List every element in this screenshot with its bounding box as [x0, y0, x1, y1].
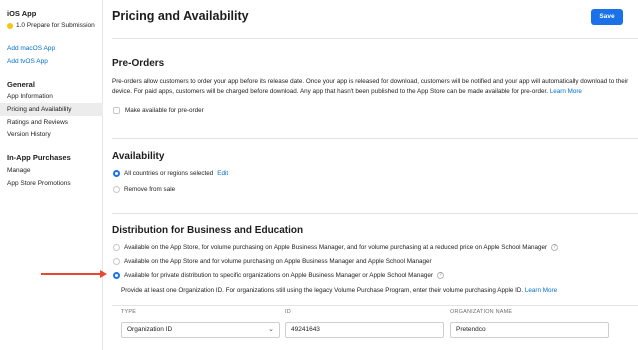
preorders-description: Pre-orders allow customers to order your…: [112, 77, 632, 97]
availability-heading: Availability: [112, 151, 165, 162]
divider: [112, 38, 638, 39]
distribution-option-3-label: Available for private distribution to sp…: [124, 272, 433, 279]
sidebar-item-version-history[interactable]: Version History: [0, 128, 103, 141]
organization-name-input[interactable]: Pretendco: [450, 322, 609, 338]
col-name-header: ORGANIZATION NAME: [450, 309, 513, 315]
sidebar-item-pricing[interactable]: Pricing and Availability: [0, 103, 103, 116]
divider: [112, 138, 638, 139]
availability-all-label: All countries or regions selected: [124, 170, 214, 177]
distribution-heading: Distribution for Business and Education: [112, 225, 304, 236]
distribution-option-2[interactable]: Available on the App Store and for volum…: [113, 258, 432, 265]
remove-from-sale-option[interactable]: Remove from sale: [113, 186, 175, 193]
type-select[interactable]: Organization ID ⌄: [121, 322, 280, 338]
col-id-header: ID: [285, 309, 291, 315]
add-tvos-link[interactable]: Add tvOS App: [7, 58, 48, 65]
app-title: iOS App: [7, 9, 37, 18]
preorders-learn-more-link[interactable]: Learn More: [550, 88, 582, 95]
status-dot-icon: [7, 22, 13, 29]
red-arrow-head: [100, 270, 107, 278]
preorder-checkbox[interactable]: [113, 107, 120, 114]
distribution-option-1[interactable]: Available on the App Store, for volume p…: [113, 244, 559, 251]
divider: [112, 213, 638, 214]
distribution-option-2-label: Available on the App Store and for volum…: [124, 258, 432, 265]
radio-unselected[interactable]: [113, 258, 120, 265]
help-icon[interactable]: ?: [551, 244, 559, 251]
page-title: Pricing and Availability: [112, 9, 249, 23]
version-item[interactable]: 1.0 Prepare for Submission: [7, 22, 95, 29]
remove-from-sale-label: Remove from sale: [124, 186, 176, 193]
preorder-checkbox-label: Make available for pre-order: [125, 107, 204, 114]
version-label: 1.0 Prepare for Submission: [16, 22, 95, 29]
iap-heading: In-App Purchases: [7, 153, 71, 162]
help-icon[interactable]: ?: [436, 272, 444, 279]
sidebar-item-app-information[interactable]: App Information: [0, 90, 103, 103]
save-button[interactable]: Save: [591, 9, 623, 25]
preorder-checkbox-row[interactable]: Make available for pre-order: [113, 107, 204, 114]
availability-all-option[interactable]: All countries or regions selected Edit: [113, 170, 228, 177]
radio-selected[interactable]: [113, 272, 120, 279]
edit-countries-link[interactable]: Edit: [217, 170, 228, 177]
red-arrow-icon: [41, 273, 103, 275]
distribution-note: Provide at least one Organization ID. Fo…: [121, 286, 636, 296]
chevron-down-icon: ⌄: [268, 326, 274, 333]
distribution-note-text: Provide at least one Organization ID. Fo…: [121, 287, 524, 294]
distribution-learn-more-link[interactable]: Learn More: [525, 287, 557, 294]
organization-id-input[interactable]: 49241643: [285, 322, 444, 338]
radio-selected[interactable]: [113, 170, 120, 177]
organization-table: TYPE ID ORGANIZATION NAME Organization I…: [112, 305, 638, 350]
radio-unselected[interactable]: [113, 186, 120, 193]
add-macos-link[interactable]: Add macOS App: [7, 45, 55, 52]
general-heading: General: [7, 80, 35, 89]
distribution-option-1-label: Available on the App Store, for volume p…: [124, 244, 548, 251]
type-select-value: Organization ID: [127, 326, 173, 333]
radio-unselected[interactable]: [113, 244, 120, 251]
col-type-header: TYPE: [121, 309, 137, 315]
distribution-option-3[interactable]: Available for private distribution to sp…: [113, 272, 444, 279]
preorders-heading: Pre-Orders: [112, 58, 165, 69]
sidebar-item-promotions[interactable]: App Store Promotions: [0, 177, 103, 190]
sidebar: iOS App 1.0 Prepare for Submission Add m…: [0, 0, 103, 350]
sidebar-item-manage[interactable]: Manage: [0, 164, 103, 177]
